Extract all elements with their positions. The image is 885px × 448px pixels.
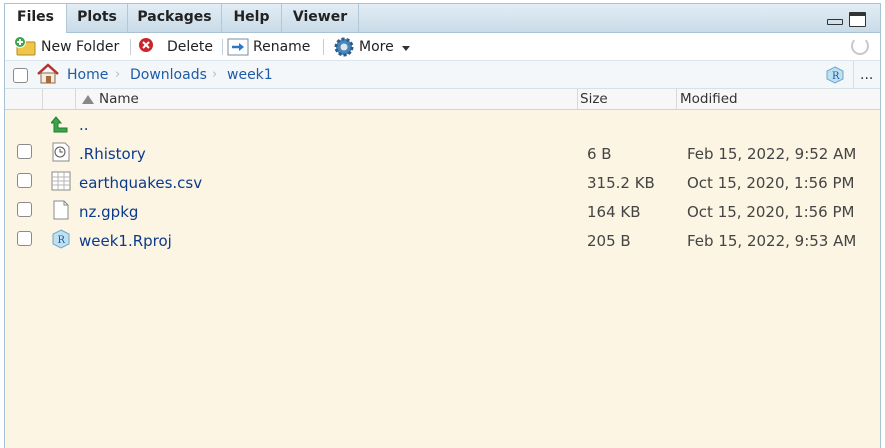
r-project-icon[interactable]: R bbox=[825, 66, 845, 84]
file-size: 205 B bbox=[587, 232, 631, 250]
column-size[interactable]: Size bbox=[580, 89, 608, 110]
tab-packages[interactable]: Packages bbox=[128, 4, 222, 33]
breadcrumb: Home › Downloads › week1 R ... bbox=[5, 61, 880, 89]
csv-file-icon bbox=[51, 171, 71, 191]
delete-icon bbox=[139, 38, 153, 52]
file-name-link[interactable]: nz.gpkg bbox=[79, 203, 138, 221]
more-options-button[interactable]: ... bbox=[860, 67, 873, 83]
file-checkbox[interactable] bbox=[17, 144, 32, 159]
file-row[interactable]: earthquakes.csv 315.2 KB Oct 15, 2020, 1… bbox=[5, 168, 880, 197]
column-divider bbox=[577, 89, 578, 110]
files-toolbar: New Folder Delete Rename More bbox=[5, 33, 880, 61]
tab-viewer[interactable]: Viewer bbox=[282, 4, 359, 33]
breadcrumb-week1[interactable]: week1 bbox=[227, 67, 273, 83]
home-icon[interactable] bbox=[36, 63, 60, 85]
up-arrow-icon bbox=[51, 116, 68, 133]
svg-text:R: R bbox=[832, 71, 840, 82]
blank-file-icon bbox=[53, 200, 69, 220]
svg-text:R: R bbox=[58, 235, 66, 246]
files-pane: Files Plots Packages Help Viewer New Fol… bbox=[4, 3, 881, 448]
column-divider bbox=[676, 89, 677, 110]
sort-ascending-icon bbox=[82, 95, 94, 104]
file-checkbox[interactable] bbox=[17, 231, 32, 246]
file-size: 315.2 KB bbox=[587, 174, 655, 192]
toolbar-divider bbox=[323, 39, 324, 55]
file-modified: Oct 15, 2020, 1:56 PM bbox=[687, 203, 855, 221]
toolbar-divider bbox=[222, 39, 223, 55]
toolbar-divider bbox=[130, 39, 131, 55]
file-name-link[interactable]: week1.Rproj bbox=[79, 232, 172, 250]
file-size: 6 B bbox=[587, 145, 612, 163]
file-row[interactable]: nz.gpkg 164 KB Oct 15, 2020, 1:56 PM bbox=[5, 197, 880, 226]
column-divider bbox=[42, 89, 43, 110]
minimize-pane-icon[interactable] bbox=[827, 19, 843, 25]
new-folder-label: New Folder bbox=[41, 39, 120, 55]
rename-icon bbox=[227, 38, 249, 56]
file-modified: Oct 15, 2020, 1:56 PM bbox=[687, 174, 855, 192]
parent-directory-row[interactable]: .. bbox=[5, 110, 880, 139]
file-checkbox[interactable] bbox=[17, 173, 32, 188]
gear-icon bbox=[334, 37, 354, 57]
column-name[interactable]: Name bbox=[99, 89, 139, 110]
rename-label: Rename bbox=[253, 39, 311, 55]
history-file-icon bbox=[52, 142, 70, 162]
tab-help[interactable]: Help bbox=[222, 4, 282, 33]
file-size: 164 KB bbox=[587, 203, 641, 221]
breadcrumb-separator: › bbox=[115, 67, 121, 82]
column-modified[interactable]: Modified bbox=[680, 89, 738, 110]
file-row[interactable]: .Rhistory 6 B Feb 15, 2022, 9:52 AM bbox=[5, 139, 880, 168]
file-checkbox[interactable] bbox=[17, 202, 32, 217]
toolbar-divider bbox=[853, 61, 854, 89]
file-modified: Feb 15, 2022, 9:53 AM bbox=[687, 232, 857, 250]
breadcrumb-home[interactable]: Home bbox=[67, 67, 108, 83]
rproj-file-icon: R bbox=[52, 229, 70, 249]
file-name-link[interactable]: .Rhistory bbox=[79, 145, 146, 163]
column-divider bbox=[75, 89, 76, 110]
select-all-checkbox[interactable] bbox=[13, 68, 28, 83]
tab-files[interactable]: Files bbox=[5, 4, 67, 34]
chevron-down-icon bbox=[402, 46, 410, 51]
maximize-pane-icon[interactable] bbox=[849, 12, 866, 27]
file-modified: Feb 15, 2022, 9:52 AM bbox=[687, 145, 857, 163]
delete-label: Delete bbox=[167, 39, 213, 55]
file-name-link[interactable]: earthquakes.csv bbox=[79, 174, 202, 192]
tab-plots[interactable]: Plots bbox=[67, 4, 128, 33]
tab-bar: Files Plots Packages Help Viewer bbox=[5, 4, 880, 34]
file-row[interactable]: R week1.Rproj 205 B Feb 15, 2022, 9:53 A… bbox=[5, 226, 880, 255]
more-label: More bbox=[359, 39, 394, 55]
parent-directory-link[interactable]: .. bbox=[79, 116, 89, 134]
refresh-icon[interactable] bbox=[851, 37, 869, 55]
file-list-header: Name Size Modified bbox=[5, 89, 880, 110]
new-folder-icon bbox=[14, 36, 36, 56]
breadcrumb-separator: › bbox=[212, 67, 218, 82]
breadcrumb-downloads[interactable]: Downloads bbox=[130, 67, 207, 83]
